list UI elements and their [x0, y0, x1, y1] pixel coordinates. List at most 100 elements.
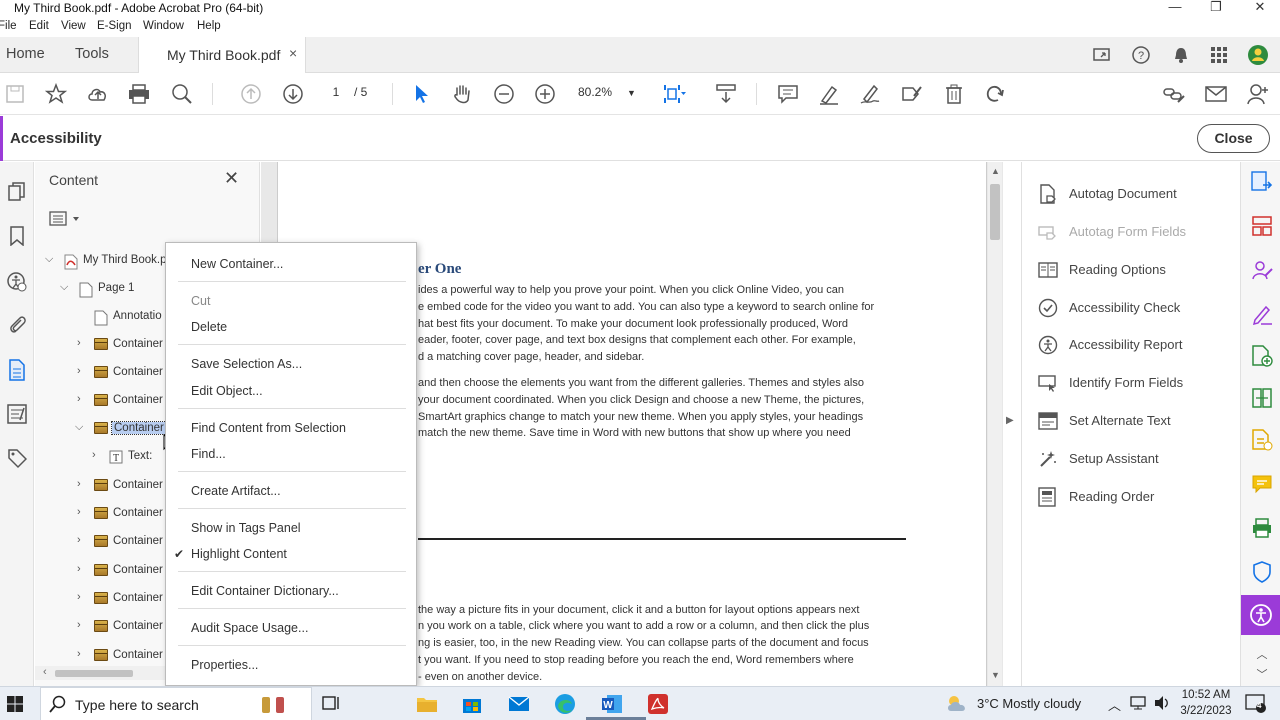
- show-hidden-icons-icon[interactable]: ︿: [1108, 695, 1121, 714]
- zoom-out-icon[interactable]: [492, 82, 516, 106]
- edit-tag-icon[interactable]: [900, 82, 924, 106]
- save-icon[interactable]: [3, 82, 27, 106]
- windows-start-icon[interactable]: [3, 692, 27, 716]
- volume-icon[interactable]: [1153, 695, 1171, 714]
- tags-icon[interactable]: [4, 447, 30, 471]
- acrobat-taskbar-icon[interactable]: [646, 692, 670, 716]
- mail-icon[interactable]: [507, 692, 531, 716]
- zoom-level[interactable]: 80.2%: [578, 85, 612, 99]
- task-view-icon[interactable]: [320, 692, 344, 716]
- expand-chevron-icon[interactable]: ›: [92, 449, 104, 461]
- menu-item-find-content-from-selection[interactable]: Find Content from Selection: [191, 421, 346, 435]
- close-panel-icon[interactable]: ✕: [224, 168, 239, 189]
- protect-shield-icon[interactable]: [1250, 560, 1274, 584]
- menu-item-highlight-content[interactable]: Highlight Content: [191, 547, 287, 561]
- comment-icon[interactable]: [776, 82, 800, 106]
- expand-chevron-icon[interactable]: ›: [77, 534, 89, 546]
- accessibility-check-item[interactable]: Accessibility Check: [1038, 297, 1238, 319]
- page-thumbnails-icon[interactable]: [4, 180, 30, 204]
- expand-chevron-icon[interactable]: ›: [77, 365, 89, 377]
- organize-pages-icon[interactable]: [1250, 214, 1274, 238]
- scrollbar-thumb[interactable]: [990, 184, 1000, 240]
- identify-form-fields-item[interactable]: Identify Form Fields: [1038, 372, 1238, 394]
- restore-button[interactable]: ❐: [1196, 0, 1236, 18]
- tab-document[interactable]: My Third Book.pdf ×: [138, 37, 306, 73]
- menu-view[interactable]: View: [61, 20, 86, 32]
- edge-browser-icon[interactable]: [553, 692, 577, 716]
- expand-chevron-icon[interactable]: ›: [77, 648, 89, 660]
- print-production-icon[interactable]: [1250, 516, 1274, 540]
- weather-cloud-icon[interactable]: [945, 693, 971, 716]
- search-highlight-icon[interactable]: [256, 693, 296, 720]
- menu-item-delete[interactable]: Delete: [191, 320, 227, 334]
- vertical-scrollbar[interactable]: ▲ ▼: [988, 162, 1002, 686]
- content-panel-icon[interactable]: [4, 358, 30, 382]
- accessibility-report-item[interactable]: Accessibility Report: [1038, 334, 1238, 356]
- compare-files-icon[interactable]: [1250, 386, 1274, 410]
- create-pdf-icon[interactable]: [1250, 344, 1274, 368]
- minimize-button[interactable]: —: [1155, 0, 1195, 18]
- menu-window[interactable]: Window: [143, 20, 184, 32]
- scrollbar-thumb[interactable]: [55, 670, 133, 677]
- add-user-icon[interactable]: [1246, 82, 1270, 106]
- previous-page-icon[interactable]: [239, 82, 263, 106]
- menu-item-edit-container-dictionary[interactable]: Edit Container Dictionary...: [191, 584, 339, 598]
- menu-item-audit-space-usage[interactable]: Audit Space Usage...: [191, 621, 308, 635]
- menu-item-properties[interactable]: Properties...: [191, 658, 258, 672]
- network-icon[interactable]: [1130, 695, 1146, 714]
- setup-assistant-item[interactable]: Setup Assistant: [1038, 448, 1238, 470]
- menu-edit[interactable]: Edit: [29, 20, 49, 32]
- scroll-down-icon[interactable]: ﹀: [1250, 662, 1274, 686]
- help-icon[interactable]: ?: [1130, 44, 1152, 66]
- menu-esign[interactable]: E-Sign: [97, 20, 132, 32]
- expand-chevron-icon[interactable]: ›: [77, 478, 89, 490]
- share-screen-icon[interactable]: [1091, 44, 1113, 66]
- autotag-form-fields-item[interactable]: Autotag Form Fields: [1038, 221, 1238, 243]
- menu-item-save-selection-as[interactable]: Save Selection As...: [191, 357, 302, 371]
- zoom-in-icon[interactable]: [533, 82, 557, 106]
- combine-files-icon[interactable]: [1250, 428, 1274, 452]
- page-number-input[interactable]: 1: [326, 85, 346, 99]
- close-window-button[interactable]: ✕: [1240, 0, 1280, 18]
- close-tab-icon[interactable]: ×: [289, 45, 297, 61]
- accessibility-tool-active[interactable]: [1241, 595, 1280, 635]
- next-page-icon[interactable]: [281, 82, 305, 106]
- scroll-up-icon[interactable]: ▲: [991, 166, 1000, 176]
- menu-item-find[interactable]: Find...: [191, 447, 226, 461]
- sign-pen-icon[interactable]: [858, 82, 882, 106]
- clock-date[interactable]: 3/22/2023: [1176, 705, 1236, 717]
- collapse-right-panel-icon[interactable]: ▶: [1006, 415, 1014, 426]
- redo-icon[interactable]: [983, 82, 1007, 106]
- zoom-dropdown-icon[interactable]: ▼: [627, 88, 636, 98]
- apps-grid-icon[interactable]: [1208, 44, 1230, 66]
- accessibility-check-nav-icon[interactable]: [4, 270, 30, 294]
- link-edit-icon[interactable]: [1162, 82, 1186, 106]
- clock-time[interactable]: 10:52 AM: [1180, 689, 1232, 701]
- expand-chevron-icon[interactable]: ›: [77, 393, 89, 405]
- collapse-chevron-icon[interactable]: ⌵: [45, 253, 57, 266]
- email-icon[interactable]: [1204, 82, 1228, 106]
- menu-item-create-artifact[interactable]: Create Artifact...: [191, 484, 281, 498]
- microsoft-store-icon[interactable]: [460, 692, 484, 716]
- collapse-chevron-icon[interactable]: ⌵: [60, 281, 72, 294]
- tab-tools[interactable]: Tools: [75, 46, 109, 62]
- menu-item-show-in-tags-panel[interactable]: Show in Tags Panel: [191, 521, 301, 535]
- scroll-mode-icon[interactable]: [714, 82, 738, 106]
- notifications-center-icon[interactable]: [1245, 694, 1267, 717]
- expand-chevron-icon[interactable]: ›: [77, 591, 89, 603]
- reading-order-item[interactable]: Reading Order: [1038, 486, 1238, 508]
- expand-chevron-icon[interactable]: ›: [77, 506, 89, 518]
- menu-item-edit-object[interactable]: Edit Object...: [191, 384, 263, 398]
- menu-file[interactable]: File: [0, 20, 17, 32]
- notifications-bell-icon[interactable]: [1170, 44, 1192, 66]
- request-signatures-icon[interactable]: [1250, 258, 1274, 282]
- attachments-icon[interactable]: [4, 312, 30, 336]
- delete-trash-icon[interactable]: [942, 82, 966, 106]
- collapse-chevron-icon[interactable]: ⌵: [75, 421, 87, 434]
- user-avatar[interactable]: [1247, 44, 1269, 66]
- close-tool-button[interactable]: Close: [1197, 124, 1270, 153]
- highlight-pen-icon[interactable]: [817, 82, 841, 106]
- fill-sign-icon[interactable]: [1250, 302, 1274, 326]
- weather-text[interactable]: 3°C Mostly cloudy: [977, 696, 1081, 711]
- upload-cloud-icon[interactable]: [86, 82, 110, 106]
